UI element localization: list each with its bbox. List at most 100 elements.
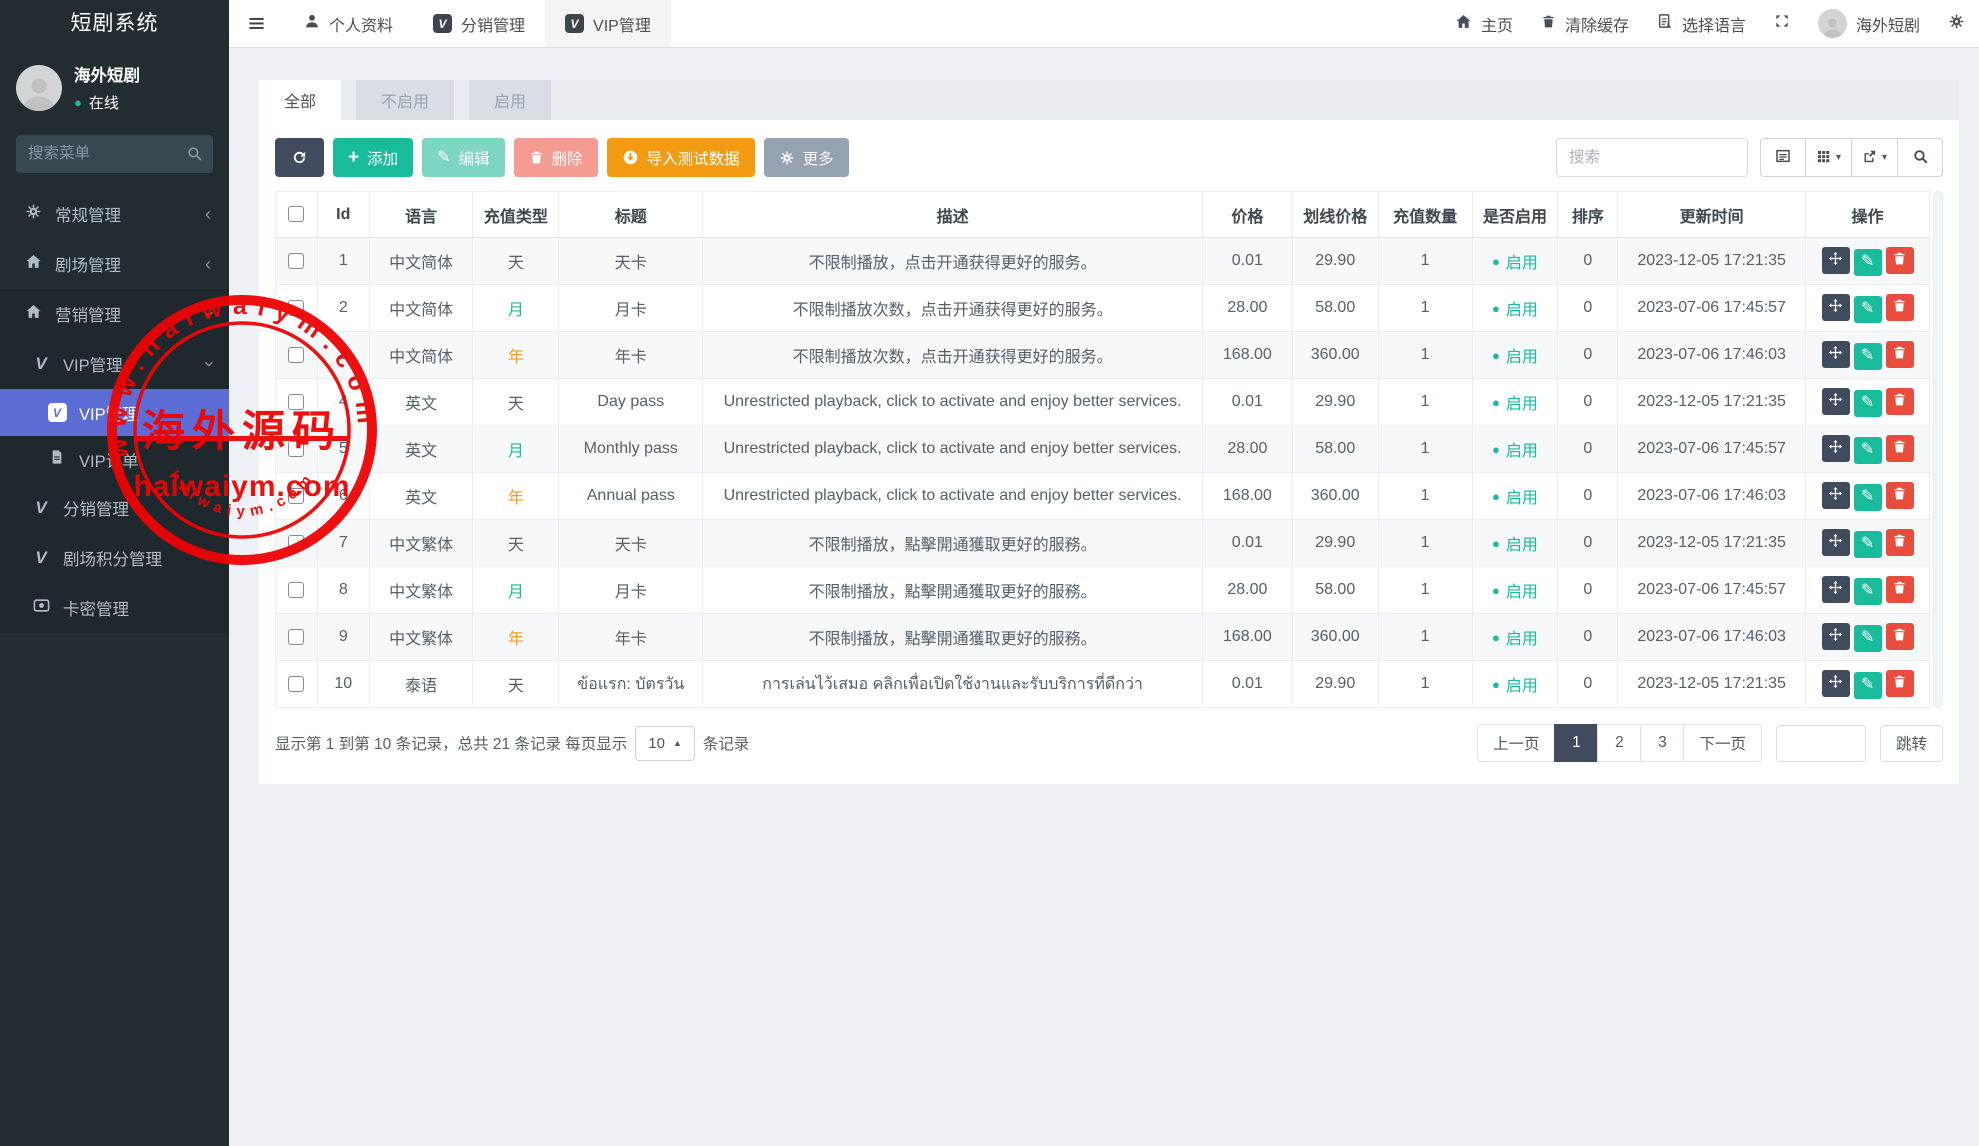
refresh-button[interactable] xyxy=(275,138,324,177)
clear-cache-link[interactable]: 清除缓存 xyxy=(1527,0,1643,47)
delete-row-button[interactable] xyxy=(1886,482,1914,509)
page-button-1[interactable]: 1 xyxy=(1554,724,1598,762)
user-menu[interactable]: 海外短剧 xyxy=(1804,0,1934,47)
cell-enabled: ●启用 xyxy=(1472,661,1558,708)
cell-language: 泰语 xyxy=(369,661,473,708)
sidebar-toggle-button[interactable] xyxy=(229,0,284,47)
delete-row-button[interactable] xyxy=(1886,341,1914,368)
sidebar-item-3[interactable]: VVIP管理‹ xyxy=(0,339,229,389)
move-row-button[interactable] xyxy=(1822,435,1850,462)
pencil-icon: ✎ xyxy=(1861,301,1874,317)
page-button-2[interactable]: 2 xyxy=(1597,724,1641,762)
sidebar-item-7[interactable]: V剧场积分管理 xyxy=(0,533,229,583)
cell-actions: ✎ xyxy=(1806,238,1930,285)
language-link[interactable]: 选择语言 xyxy=(1643,0,1760,47)
delete-row-button[interactable] xyxy=(1886,435,1914,462)
delete-row-button[interactable] xyxy=(1886,623,1914,650)
edit-row-button[interactable]: ✎ xyxy=(1854,578,1882,605)
edit-row-button[interactable]: ✎ xyxy=(1854,531,1882,558)
fullscreen-button[interactable] xyxy=(1760,0,1804,47)
sidebar-item-6[interactable]: V分销管理 xyxy=(0,483,229,533)
sidebar-search-input[interactable] xyxy=(16,135,213,173)
sidebar-item-2[interactable]: 营销管理‹ xyxy=(0,289,229,339)
delete-row-button[interactable] xyxy=(1886,247,1914,274)
cell-enabled: ●启用 xyxy=(1472,285,1558,332)
row-checkbox[interactable] xyxy=(288,441,304,457)
edit-row-button[interactable]: ✎ xyxy=(1854,390,1882,417)
row-checkbox[interactable] xyxy=(288,253,304,269)
row-checkbox[interactable] xyxy=(288,394,304,410)
home-icon xyxy=(25,303,42,325)
sidebar-item-0[interactable]: 常规管理‹ xyxy=(0,189,229,239)
columns-button[interactable]: ▾ xyxy=(1805,138,1852,177)
move-row-button[interactable] xyxy=(1822,482,1850,509)
export-button[interactable]: ▾ xyxy=(1851,138,1898,177)
move-row-button[interactable] xyxy=(1822,388,1850,415)
cell-enabled: ●启用 xyxy=(1472,473,1558,520)
nav-tab-0[interactable]: 个人资料 xyxy=(284,0,413,47)
edit-row-button[interactable]: ✎ xyxy=(1854,672,1882,699)
edit-row-button[interactable]: ✎ xyxy=(1854,249,1882,276)
filter-tab-0[interactable]: 全部 xyxy=(259,80,341,120)
sidebar-item-5[interactable]: VIP订单 xyxy=(0,436,229,483)
settings-button[interactable] xyxy=(1934,0,1979,47)
table-scrollbar[interactable] xyxy=(1933,191,1943,708)
search-icon[interactable] xyxy=(186,145,203,167)
move-row-button[interactable] xyxy=(1822,341,1850,368)
edit-row-button[interactable]: ✎ xyxy=(1854,484,1882,511)
page-button-3[interactable]: 3 xyxy=(1640,724,1684,762)
prev-page-button[interactable]: 上一页 xyxy=(1477,724,1556,762)
search-button[interactable] xyxy=(1897,138,1943,177)
caret-up-icon: ▲ xyxy=(673,738,682,748)
delete-row-button[interactable] xyxy=(1886,388,1914,415)
filter-tab-2[interactable]: 启用 xyxy=(469,80,551,120)
cell-updated-time: 2023-07-06 17:45:57 xyxy=(1618,285,1806,332)
delete-button[interactable]: 删除 xyxy=(514,138,598,177)
select-all-checkbox[interactable] xyxy=(288,206,304,222)
edit-row-button[interactable]: ✎ xyxy=(1854,437,1882,464)
row-checkbox[interactable] xyxy=(288,582,304,598)
row-checkbox[interactable] xyxy=(288,535,304,551)
jump-button[interactable]: 跳转 xyxy=(1880,725,1943,762)
nav-tab-1[interactable]: V分销管理 xyxy=(413,0,545,47)
page-size-select[interactable]: 10 ▲ xyxy=(635,726,695,761)
refresh-icon xyxy=(291,149,308,166)
row-checkbox[interactable] xyxy=(288,629,304,645)
edit-row-button[interactable]: ✎ xyxy=(1854,296,1882,323)
row-checkbox[interactable] xyxy=(288,300,304,316)
row-checkbox[interactable] xyxy=(288,488,304,504)
import-test-data-button[interactable]: 导入测试数据 xyxy=(607,138,755,177)
move-row-button[interactable] xyxy=(1822,247,1850,274)
jump-page-input[interactable] xyxy=(1776,725,1866,762)
move-row-button[interactable] xyxy=(1822,670,1850,697)
edit-row-button[interactable]: ✎ xyxy=(1854,343,1882,370)
next-page-button[interactable]: 下一页 xyxy=(1683,724,1762,762)
filter-tab-1[interactable]: 不启用 xyxy=(356,80,454,120)
sidebar-item-1[interactable]: 剧场管理‹ xyxy=(0,239,229,289)
home-link[interactable]: 主页 xyxy=(1441,0,1527,47)
sidebar-item-8[interactable]: 卡密管理 xyxy=(0,583,229,633)
sidebar-item-4[interactable]: VVIP管理 xyxy=(0,389,229,436)
delete-row-button[interactable] xyxy=(1886,294,1914,321)
delete-row-button[interactable] xyxy=(1886,576,1914,603)
move-row-button[interactable] xyxy=(1822,623,1850,650)
table-row: 7中文繁体天天卡不限制播放，點擊開通獲取更好的服務。0.0129.901●启用0… xyxy=(276,520,1930,567)
add-button[interactable]: +添加 xyxy=(333,138,413,177)
detail-view-button[interactable] xyxy=(1760,138,1806,177)
nav-tab-2[interactable]: VVIP管理 xyxy=(545,0,671,47)
pagination-summary-suffix: 条记录 xyxy=(703,732,750,754)
edit-row-button[interactable]: ✎ xyxy=(1854,625,1882,652)
row-checkbox[interactable] xyxy=(288,347,304,363)
move-row-button[interactable] xyxy=(1822,529,1850,556)
delete-row-button[interactable] xyxy=(1886,529,1914,556)
sidebar-item-label: VIP管理 xyxy=(63,352,123,376)
more-button[interactable]: 更多 xyxy=(764,138,849,177)
row-checkbox[interactable] xyxy=(288,676,304,692)
cell-language: 中文简体 xyxy=(369,238,473,285)
move-row-button[interactable] xyxy=(1822,294,1850,321)
edit-button[interactable]: ✎编辑 xyxy=(422,138,504,177)
move-row-button[interactable] xyxy=(1822,576,1850,603)
table-search-input[interactable] xyxy=(1556,138,1748,177)
delete-row-button[interactable] xyxy=(1886,670,1914,697)
cell-enabled: ●启用 xyxy=(1472,614,1558,661)
